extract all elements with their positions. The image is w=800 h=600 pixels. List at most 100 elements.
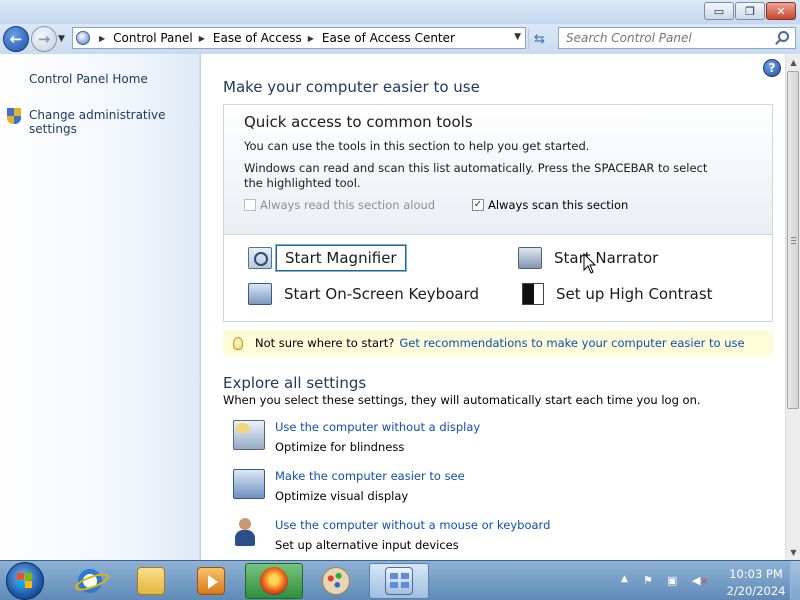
page-title: Make your computer easier to use xyxy=(223,78,480,96)
search-box xyxy=(558,27,796,49)
quick-access-intro: You can use the tools in this section to… xyxy=(244,139,590,153)
narrator-icon xyxy=(518,247,542,269)
taskbar-paint[interactable] xyxy=(309,563,363,599)
start-magnifier-label[interactable]: Start Magnifier xyxy=(275,244,407,272)
setting-subtitle: Set up alternative input devices xyxy=(275,538,459,552)
recent-pages-dropdown[interactable]: ▼ xyxy=(58,34,65,44)
mouse-pointer-icon xyxy=(583,253,597,274)
explore-heading: Explore all settings xyxy=(223,374,367,392)
person-icon xyxy=(233,518,257,548)
show-desktop-button[interactable] xyxy=(790,561,800,600)
help-icon[interactable]: ? xyxy=(763,59,781,77)
recommendation-tip: Not sure where to start? Get recommendat… xyxy=(223,330,773,356)
read-aloud-checkbox[interactable]: Always read this section aloud xyxy=(244,198,435,212)
scan-section-checkbox[interactable]: ✓ Always scan this section xyxy=(472,198,628,212)
setting-subtitle: Optimize for blindness xyxy=(275,440,405,454)
address-bar[interactable]: ▶ Control Panel ▶ Ease of Access ▶ Ease … xyxy=(72,27,526,49)
magnified-display-icon xyxy=(233,469,265,499)
clock[interactable]: 10:03 PM 2/20/2024 xyxy=(722,566,790,600)
close-button[interactable]: ✕ xyxy=(766,2,796,20)
breadcrumb: ▶ Control Panel ▶ Ease of Access ▶ Ease … xyxy=(99,31,455,45)
setting-item: Use the computer without a display Optim… xyxy=(233,420,480,454)
quick-access-title: Quick access to common tools xyxy=(244,113,473,131)
scroll-down-icon[interactable]: ▼ xyxy=(786,544,800,560)
close-icon: ✕ xyxy=(776,4,786,18)
breadcrumb-control-panel[interactable]: Control Panel xyxy=(113,31,193,45)
keyboard-icon xyxy=(248,283,272,305)
setting-item: Use the computer without a mouse or keyb… xyxy=(233,518,550,552)
media-player-icon xyxy=(197,567,225,595)
taskbar-control-panel[interactable] xyxy=(369,563,429,599)
breadcrumb-ease-of-access-center[interactable]: Ease of Access Center xyxy=(322,31,455,45)
taskbar-file-explorer[interactable] xyxy=(124,563,178,599)
internet-explorer-icon xyxy=(76,567,104,595)
title-bar: ▭ ❐ ✕ xyxy=(0,0,800,24)
folder-icon xyxy=(137,567,165,595)
lightbulb-icon xyxy=(233,336,243,350)
forward-arrow-icon: → xyxy=(37,30,51,48)
firefox-icon xyxy=(260,567,288,595)
navigation-bar: ← → ▼ ▶ Control Panel ▶ Ease of Access ▶… xyxy=(0,24,800,54)
start-magnifier-tool[interactable]: Start Magnifier xyxy=(248,244,407,272)
change-admin-settings-link[interactable]: Change administrative settings xyxy=(29,108,199,136)
setting-item: Make the computer easier to see Optimize… xyxy=(233,469,465,503)
refresh-icon: ⇆ xyxy=(534,31,545,47)
start-narrator-label[interactable]: Start Narrator xyxy=(554,249,658,267)
taskbar-media-player[interactable] xyxy=(184,563,238,599)
window-controls: ▭ ❐ ✕ xyxy=(704,2,796,20)
control-panel-icon xyxy=(73,28,93,48)
high-contrast-tool[interactable]: Set up High Contrast xyxy=(522,283,713,305)
easier-to-see-link[interactable]: Make the computer easier to see xyxy=(275,469,465,483)
back-button[interactable]: ← xyxy=(3,26,29,52)
forward-button[interactable]: → xyxy=(31,26,57,52)
action-center-flag-icon[interactable]: ⚑ xyxy=(643,574,653,587)
minimize-icon: ▭ xyxy=(713,4,725,18)
address-dropdown-icon[interactable]: ▼ xyxy=(514,32,521,42)
search-input[interactable] xyxy=(559,28,769,48)
quick-access-header: Quick access to common tools You can use… xyxy=(224,105,772,235)
scroll-up-icon[interactable]: ▲ xyxy=(786,54,800,70)
taskbar-internet-explorer[interactable] xyxy=(63,563,117,599)
explore-description: When you select these settings, they wil… xyxy=(223,393,701,407)
volume-muted-icon[interactable]: ◀✕ xyxy=(692,574,708,587)
high-contrast-icon xyxy=(522,283,544,305)
show-hidden-icons-icon[interactable]: ▲ xyxy=(621,574,628,584)
scan-section-label: Always scan this section xyxy=(488,198,629,212)
control-panel-icon xyxy=(385,567,413,595)
maximize-icon: ❐ xyxy=(745,4,755,18)
main-content: ? Make your computer easier to use Quick… xyxy=(201,54,785,560)
start-button[interactable] xyxy=(6,562,44,600)
clock-date: 2/20/2024 xyxy=(726,584,786,598)
taskbar-firefox[interactable] xyxy=(245,563,303,599)
taskbar: ▲ ⚑ ▣ ◀✕ 10:03 PM 2/20/2024 xyxy=(0,560,800,600)
clock-time: 10:03 PM xyxy=(729,567,783,581)
get-recommendations-link[interactable]: Get recommendations to make your compute… xyxy=(399,336,744,350)
maximize-button[interactable]: ❐ xyxy=(735,2,765,20)
use-without-display-link[interactable]: Use the computer without a display xyxy=(275,420,480,434)
vertical-scrollbar[interactable]: ▲ ▼ xyxy=(785,54,800,560)
quick-access-scan-info: Windows can read and scan this list auto… xyxy=(244,161,708,190)
network-icon[interactable]: ▣ xyxy=(667,574,677,587)
on-screen-keyboard-label[interactable]: Start On-Screen Keyboard xyxy=(284,285,479,303)
scrollbar-thumb[interactable] xyxy=(787,71,799,409)
checkbox-box xyxy=(244,199,256,211)
left-pane: Control Panel Home Change administrative… xyxy=(0,54,200,560)
setting-subtitle: Optimize visual display xyxy=(275,489,409,503)
breadcrumb-ease-of-access[interactable]: Ease of Access xyxy=(213,31,302,45)
search-icon[interactable] xyxy=(778,31,789,42)
refresh-button[interactable]: ⇆ xyxy=(528,29,550,49)
without-mouse-keyboard-link[interactable]: Use the computer without a mouse or keyb… xyxy=(275,518,550,532)
system-tray: ▲ ⚑ ▣ ◀✕ 10:03 PM 2/20/2024 xyxy=(616,561,800,600)
control-panel-home-link[interactable]: Control Panel Home xyxy=(29,72,148,86)
tip-text: Not sure where to start? xyxy=(255,336,395,350)
uac-shield-icon xyxy=(7,108,21,124)
checkmark-icon: ✓ xyxy=(472,199,484,211)
on-screen-keyboard-tool[interactable]: Start On-Screen Keyboard xyxy=(248,283,479,305)
high-contrast-label[interactable]: Set up High Contrast xyxy=(556,285,713,303)
display-speech-icon xyxy=(233,420,265,450)
minimize-button[interactable]: ▭ xyxy=(704,2,734,20)
paint-palette-icon xyxy=(322,567,350,595)
windows-logo-icon xyxy=(17,573,33,589)
magnifier-icon xyxy=(248,247,272,269)
back-arrow-icon: ← xyxy=(9,30,23,48)
